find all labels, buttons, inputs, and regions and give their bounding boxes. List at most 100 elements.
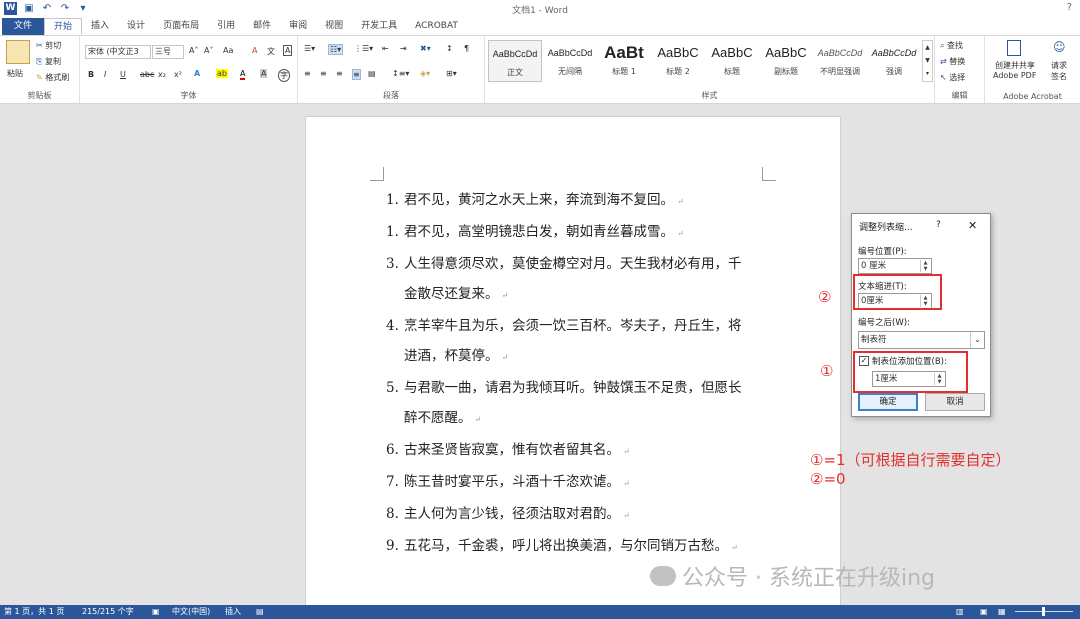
tab-review[interactable]: 审阅 [280, 18, 316, 35]
adobe-pdf-label[interactable]: Adobe PDF [993, 71, 1036, 80]
list-item[interactable]: 4. 烹羊宰牛且为乐，会须一饮三百杯。岑夫子，丹丘生，将 [386, 311, 766, 341]
find-button[interactable]: ⌕ 查找 [940, 40, 963, 51]
create-share-label[interactable]: 创建并共享 [995, 60, 1035, 71]
status-word-count[interactable]: 215/215 个字 [82, 605, 134, 619]
read-mode-icon[interactable]: ▥ [956, 605, 964, 619]
paste-button[interactable]: 粘贴 [7, 68, 23, 79]
tab-acrobat[interactable]: ACROBAT [406, 18, 467, 35]
list-item-continued[interactable]: 金散尽还复来。 ↵ [386, 279, 766, 311]
shrink-font-button[interactable]: A˅ [204, 46, 213, 55]
style-no-spacing[interactable]: AaBbCcDd 无间隔 [543, 40, 597, 82]
tab-developer[interactable]: 开发工具 [352, 18, 406, 35]
shading-icon[interactable]: ◈▾ [420, 69, 430, 78]
list-item[interactable]: 8. 主人何为言少钱，径须沽取对君酌。 ↵ [386, 499, 766, 531]
select-button[interactable]: ↖ 选择 [940, 72, 965, 83]
borders-icon[interactable]: ⊞▾ [446, 69, 457, 78]
format-painter-button[interactable]: ✎ 格式刷 [36, 72, 69, 83]
tab-design[interactable]: 设计 [118, 18, 154, 35]
font-color-button[interactable]: A [240, 69, 246, 80]
subscript-button[interactable]: x₂ [158, 70, 166, 79]
pinyin-button[interactable]: 文 [267, 46, 275, 57]
styles-scroll[interactable]: ▲ ▼ ▾ [922, 40, 933, 82]
proofing-icon[interactable]: ▣ [152, 605, 160, 619]
list-item[interactable]: 5. 与君歌一曲，请君为我倾耳听。钟鼓馔玉不足贵，但愿长 [386, 373, 766, 403]
style-emphasis[interactable]: AaBbCcDd 强调 [867, 40, 921, 82]
superscript-button[interactable]: x² [174, 70, 182, 79]
numbering-icon[interactable]: ☷▾ [328, 44, 344, 55]
follow-number-select[interactable]: 制表符 ⌄ [858, 331, 985, 349]
bold-button[interactable]: B [88, 70, 94, 79]
list-item[interactable]: 1. 君不见，黄河之水天上来，奔流到海不复回。 ↵ [386, 185, 766, 217]
justify-icon[interactable]: ≡ [352, 69, 361, 80]
font-name-combo[interactable]: 宋体 (中文正3 [85, 45, 151, 59]
increase-indent-icon[interactable]: ⇥ [400, 44, 407, 53]
char-shading-button[interactable]: A [260, 69, 268, 78]
zoom-slider-handle[interactable] [1042, 607, 1045, 616]
status-mode[interactable]: 插入 [225, 605, 241, 619]
align-left-icon[interactable]: ≡ [304, 69, 311, 78]
dialog-close-button[interactable]: ✕ [968, 219, 977, 232]
tab-references[interactable]: 引用 [208, 18, 244, 35]
sort-az-icon[interactable]: ↕ [446, 44, 453, 53]
list-item-continued[interactable]: 醉不愿醒。 ↵ [386, 403, 766, 435]
align-center-icon[interactable]: ≡ [320, 69, 327, 78]
paste-icon[interactable] [6, 40, 30, 64]
text-effects-button[interactable]: A [194, 69, 200, 78]
style-subtitle[interactable]: AaBbC 副标题 [759, 40, 813, 82]
web-layout-icon[interactable]: ▦ [998, 605, 1006, 619]
show-marks-icon[interactable]: ¶ [464, 44, 469, 53]
list-item[interactable]: 3. 人生得意须尽欢，莫使金樽空对月。天生我材必有用，千 [386, 249, 766, 279]
decrease-indent-icon[interactable]: ⇤ [382, 44, 389, 53]
strikethrough-button[interactable]: abc [140, 70, 154, 79]
ok-button[interactable]: 确定 [858, 393, 918, 411]
print-layout-icon[interactable]: ▣ [980, 605, 988, 619]
document-body[interactable]: 1. 君不见，黄河之水天上来，奔流到海不复回。 ↵ 1. 君不见，高堂明镜悲白发，朝如… [386, 185, 766, 563]
tab-view[interactable]: 视图 [316, 18, 352, 35]
sort-icon[interactable]: ✖▾ [420, 44, 431, 53]
style-normal[interactable]: AaBbCcDd 正文 [488, 40, 542, 82]
style-subtle-emphasis[interactable]: AaBbCcDd 不明显强调 [813, 40, 867, 82]
list-item-continued[interactable]: 进酒，杯莫停。 ↵ [386, 341, 766, 373]
list-item[interactable]: 9. 五花马，千金裘，呼儿将出换美酒，与尔同销万古愁。 ↵ [386, 531, 766, 563]
clear-format-button[interactable]: A [252, 46, 257, 55]
style-heading-1[interactable]: AaBt 标题 1 [597, 40, 651, 82]
tab-layout[interactable]: 页面布局 [154, 18, 208, 35]
line-spacing-icon[interactable]: ↕≡▾ [392, 69, 409, 78]
style-heading-2[interactable]: AaBbC 标题 2 [651, 40, 705, 82]
distributed-icon[interactable]: ▤ [368, 69, 376, 78]
bullets-icon[interactable]: ☰▾ [304, 44, 315, 53]
list-item[interactable]: 6. 古来圣贤皆寂寞，惟有饮者留其名。 ↵ [386, 435, 766, 467]
char-border-button[interactable]: A [283, 45, 293, 56]
number-position-spinner[interactable]: 0 厘米 ▲ ▼ [858, 258, 932, 274]
tab-file[interactable]: 文件 [2, 18, 45, 35]
copy-button[interactable]: ⎘ 复制 [36, 56, 61, 67]
list-item[interactable]: 7. 陈王昔时宴平乐，斗酒十千恣欢谑。 ↵ [386, 467, 766, 499]
help-button[interactable]: ? [1067, 2, 1072, 13]
multilevel-list-icon[interactable]: ⋮☰▾ [354, 44, 373, 53]
font-size-combo[interactable]: 三号 [152, 45, 184, 59]
request-label[interactable]: 请求 [1051, 60, 1067, 71]
enclose-char-button[interactable]: 字 [278, 69, 290, 82]
status-page[interactable]: 第 1 页，共 1 页 [4, 605, 64, 619]
highlight-button[interactable]: ab [216, 69, 228, 78]
document-page[interactable]: 1. 君不见，黄河之水天上来，奔流到海不复回。 ↵ 1. 君不见，高堂明镜悲白发，朝如… [305, 116, 841, 616]
style-title[interactable]: AaBbC 标题 [705, 40, 759, 82]
tab-mailings[interactable]: 邮件 [244, 18, 280, 35]
align-right-icon[interactable]: ≡ [336, 69, 343, 78]
grow-font-button[interactable]: A˄ [189, 46, 198, 55]
replace-button[interactable]: ⇄ 替换 [940, 56, 965, 67]
macro-icon[interactable]: ▤ [256, 605, 264, 619]
chevron-down-icon[interactable]: ⌄ [970, 332, 984, 348]
cancel-button[interactable]: 取消 [925, 393, 985, 411]
spinner-arrows-icon[interactable]: ▲ ▼ [920, 260, 930, 272]
list-item[interactable]: 1. 君不见，高堂明镜悲白发，朝如青丝暮成雪。 ↵ [386, 217, 766, 249]
dialog-help-button[interactable]: ? [936, 220, 941, 230]
sign-label[interactable]: 签名 [1051, 71, 1067, 82]
tab-home[interactable]: 开始 [44, 18, 83, 35]
tab-insert[interactable]: 插入 [82, 18, 118, 35]
change-case-button[interactable]: Aa [223, 46, 233, 55]
underline-button[interactable]: U [120, 70, 126, 79]
cut-button[interactable]: ✂ 剪切 [36, 40, 61, 51]
italic-button[interactable]: I [104, 70, 106, 79]
status-language[interactable]: 中文(中国) [172, 605, 210, 619]
